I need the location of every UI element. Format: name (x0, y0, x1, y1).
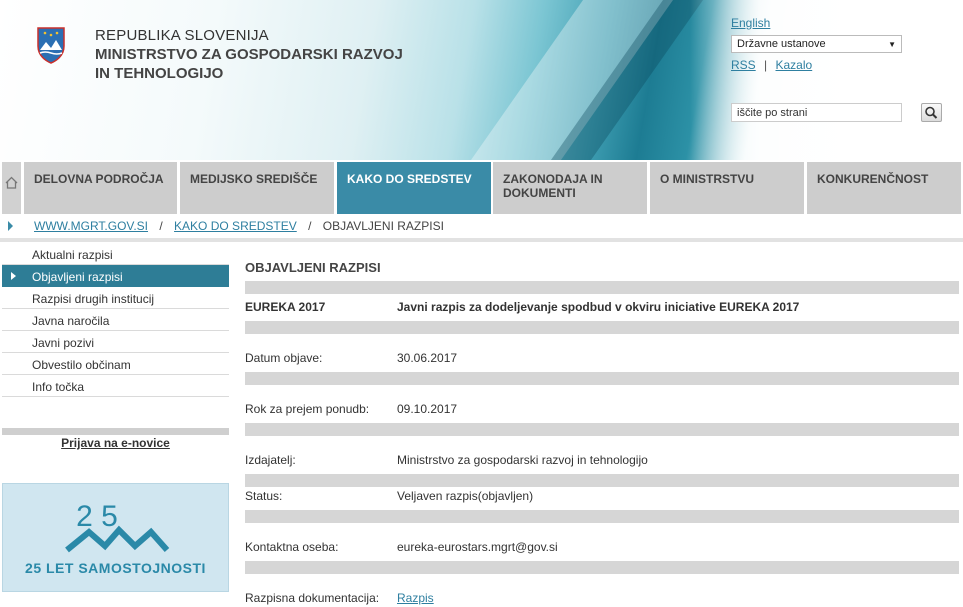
link-separator: | (764, 58, 768, 72)
row-label-eureka: EUREKA 2017 (245, 300, 326, 314)
banner-text: 25 LET SAMOSTOJNOSTI (25, 560, 206, 576)
sidebar-item-info-tocka[interactable]: Info točka (2, 375, 229, 397)
sidebar-menu: Aktualni razpisi Objavljeni razpisi Razp… (2, 243, 229, 397)
row-separator (245, 561, 959, 574)
header-utility-links: RSS | Kazalo (731, 58, 812, 72)
row-label-status: Status: (245, 489, 283, 503)
nav-tab-medijsko-sredisce[interactable]: MEDIJSKO SREDIŠČE (180, 162, 334, 214)
row-value-izdajatelj: Ministrstvo za gospodarski razvoj in teh… (397, 453, 648, 467)
row-label-izdajatelj: Izdajatelj: (245, 453, 296, 467)
row-separator (245, 423, 959, 436)
anniversary-logo-icon: 2 5 (65, 500, 170, 553)
row-value-razpisna-dokumentacija: Razpis (397, 591, 434, 605)
row-separator (245, 321, 959, 334)
breadcrumb-items: WWW.MGRT.GOV.SI / KAKO DO SREDSTEV / OBJ… (34, 219, 444, 233)
anniversary-banner[interactable]: 2 5 25 LET SAMOSTOJNOSTI (2, 483, 229, 592)
rss-link[interactable]: RSS (731, 58, 756, 72)
row-separator (245, 281, 959, 294)
coat-of-arms-icon[interactable] (36, 26, 66, 64)
home-icon (5, 176, 18, 189)
row-label-rok: Rok za prejem ponudb: (245, 402, 370, 416)
org-country: REPUBLIKA SLOVENIJA (95, 27, 269, 44)
sidebar-item-javna-narocila[interactable]: Javna naročila (2, 309, 229, 331)
breadcrumb-home-link[interactable]: WWW.MGRT.GOV.SI (34, 219, 148, 233)
row-label-razpisna-dokumentacija: Razpisna dokumentacija: (245, 591, 380, 605)
row-label-kontaktna-oseba: Kontaktna oseba: (245, 540, 339, 554)
org-ministry-name: MINISTRSTVO ZA GOSPODARSKI RAZVOJ IN TEH… (95, 46, 403, 82)
row-label-datum-objave: Datum objave: (245, 351, 323, 365)
sidebar-item-aktualni-razpisi[interactable]: Aktualni razpisi (2, 243, 229, 265)
breadcrumb-divider (0, 238, 963, 242)
dropdown-arrow-icon: ▼ (888, 40, 896, 49)
row-separator (245, 474, 959, 487)
page-title: OBJAVLJENI RAZPISI (245, 260, 381, 275)
nav-tab-konkurencnost[interactable]: KONKURENČNOST (807, 162, 961, 214)
row-value-razpis-title: Javni razpis za dodeljevanje spodbud v o… (397, 300, 800, 314)
institutions-select[interactable]: Državne ustanove ▼ (731, 35, 902, 53)
search-input-value: iščite po strani (737, 107, 808, 119)
site-header: REPUBLIKA SLOVENIJA MINISTRSTVO ZA GOSPO… (0, 0, 963, 160)
institutions-select-value: Državne ustanove (737, 38, 826, 50)
search-input[interactable]: iščite po strani (731, 103, 902, 122)
sidebar-item-objavljeni-razpisi[interactable]: Objavljeni razpisi (2, 265, 229, 287)
breadcrumb-current: OBJAVLJENI RAZPISI (322, 219, 444, 233)
row-value-rok: 09.10.2017 (397, 402, 458, 416)
breadcrumb-arrow-icon (8, 221, 13, 231)
nav-tab-kako-do-sredstev[interactable]: KAKO DO SREDSTEV (337, 162, 491, 214)
search-button[interactable] (921, 103, 942, 122)
breadcrumb-separator: / (308, 219, 312, 233)
banner-digits: 2 5 (76, 500, 118, 533)
breadcrumb: WWW.MGRT.GOV.SI / KAKO DO SREDSTEV / OBJ… (0, 218, 963, 236)
row-separator (245, 372, 959, 385)
row-value-status: Veljaven razpis(objavljen) (397, 489, 534, 503)
enovice-signup-link[interactable]: Prijava na e-novice (2, 436, 229, 450)
language-link-english[interactable]: English (731, 16, 770, 30)
row-separator (245, 510, 959, 523)
breadcrumb-separator: / (159, 219, 163, 233)
nav-tab-o-ministrstvu[interactable]: O MINISTRSTVU (650, 162, 804, 214)
row-value-kontaktna-oseba: eureka-eurostars.mgrt@gov.si (397, 540, 558, 554)
row-value-datum-objave: 30.06.2017 (397, 351, 458, 365)
nav-tab-delovna-podrocja[interactable]: DELOVNA PODROČJA (24, 162, 177, 214)
sidebar-item-javni-pozivi[interactable]: Javni pozivi (2, 331, 229, 353)
sidebar-divider (2, 428, 229, 435)
razpis-document-link[interactable]: Razpis (397, 591, 434, 605)
breadcrumb-kako-do-sredstev-link[interactable]: KAKO DO SREDSTEV (174, 219, 297, 233)
search-icon (925, 106, 938, 119)
sidebar-item-obvestilo-obcinam[interactable]: Obvestilo občinam (2, 353, 229, 375)
nav-tab-zakonodaja-in-dokumenti[interactable]: ZAKONODAJA IN DOKUMENTI (493, 162, 647, 214)
main-navigation: DELOVNA PODROČJA MEDIJSKO SREDIŠČE KAKO … (0, 160, 963, 216)
sidebar-item-razpisi-drugih-institucij[interactable]: Razpisi drugih institucij (2, 287, 229, 309)
nav-home-button[interactable] (2, 162, 21, 214)
kazalo-link[interactable]: Kazalo (776, 58, 813, 72)
